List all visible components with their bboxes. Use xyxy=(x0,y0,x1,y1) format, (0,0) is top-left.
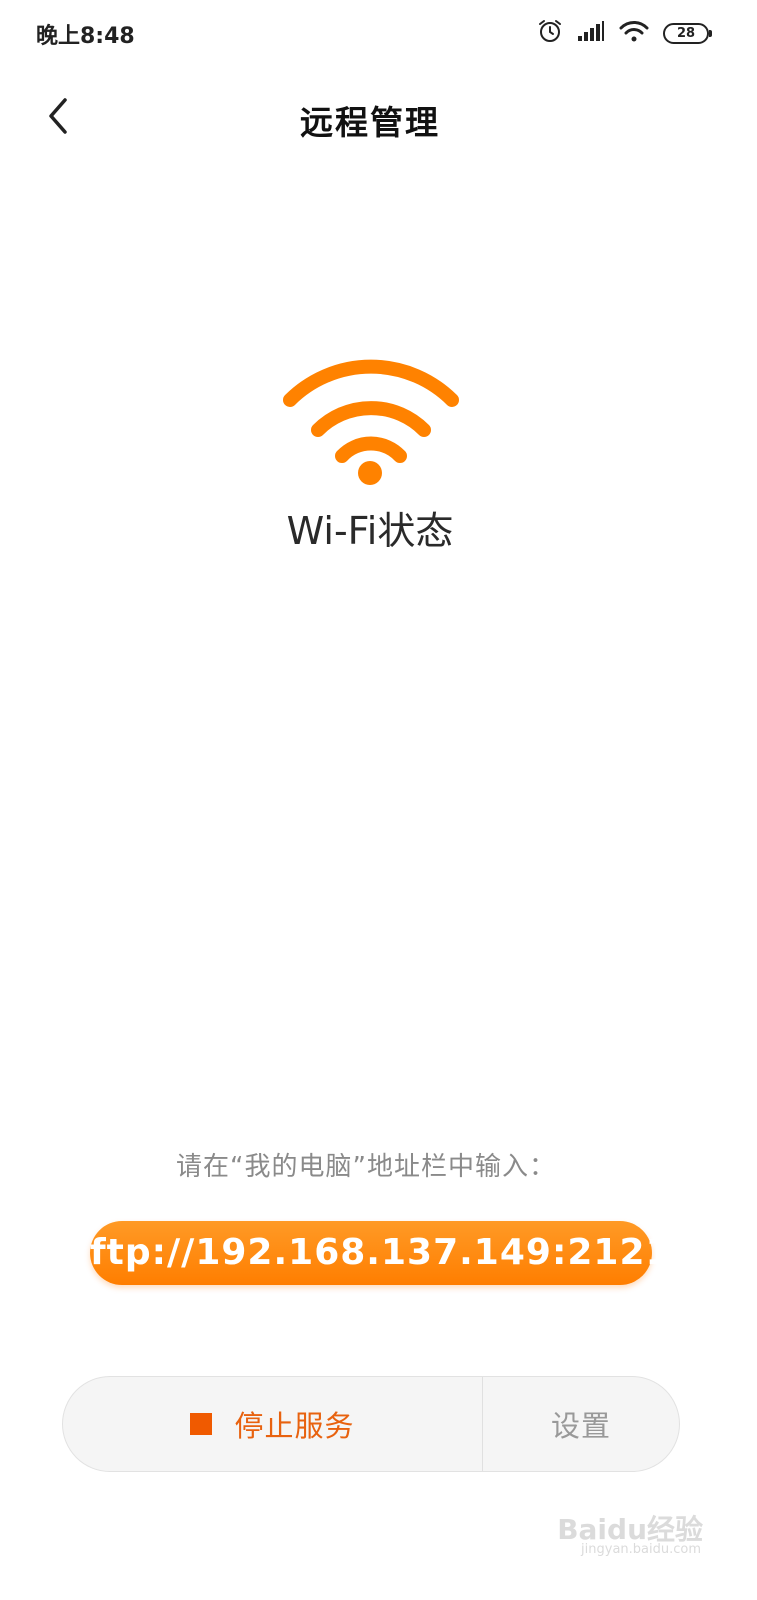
signal-icon xyxy=(577,20,605,46)
stop-service-label: 停止服务 xyxy=(234,1409,355,1443)
battery-icon: 28 xyxy=(663,22,712,44)
alarm-icon xyxy=(537,18,563,48)
baidu-watermark: Baidu经验 jingyan.baidu.com xyxy=(557,1490,703,1562)
page-title: 远程管理 xyxy=(300,103,440,142)
wifi-status-icon xyxy=(280,352,462,488)
wifi-status-label: Wi-Fi状态 xyxy=(286,509,454,553)
header: 远程管理 xyxy=(0,80,757,156)
instruction-text: 请在“我的电脑”地址栏中输入： xyxy=(176,1152,556,1182)
settings-button[interactable]: 设置 xyxy=(483,1377,679,1471)
ftp-address[interactable]: ftp://192.168.137.149:2121 xyxy=(90,1221,671,1285)
stop-square-icon xyxy=(190,1413,213,1435)
stop-service-button[interactable]: 停止服务 xyxy=(63,1377,482,1471)
wifi-icon xyxy=(619,20,649,46)
watermark-sub: jingyan.baidu.com xyxy=(581,1542,701,1557)
status-bar: 晚上8:48 28 xyxy=(0,0,757,66)
status-icons: 28 xyxy=(523,18,712,48)
status-time: 晚上8:48 xyxy=(36,24,135,49)
action-bar: 停止服务 设置 xyxy=(62,1376,680,1472)
